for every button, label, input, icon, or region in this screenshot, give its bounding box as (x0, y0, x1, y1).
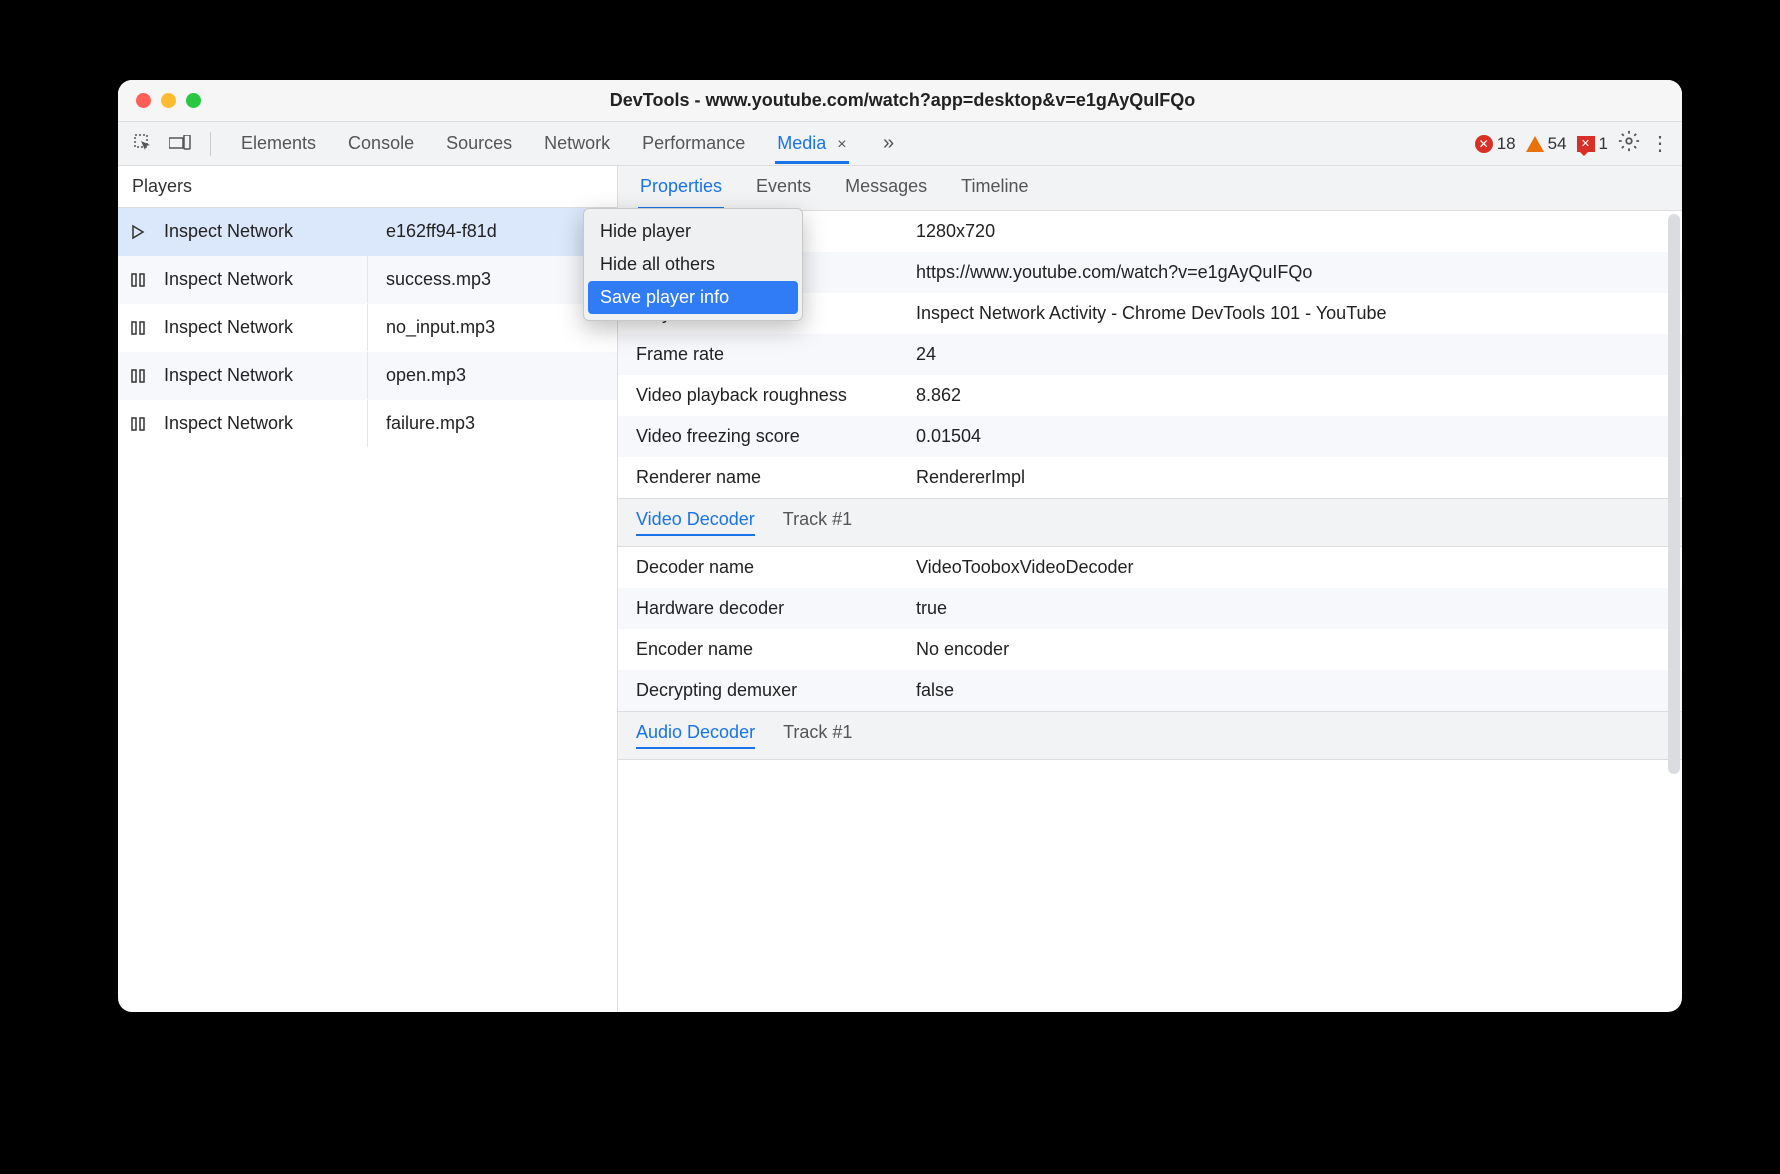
player-name: Inspect Network (158, 256, 368, 303)
property-value: Inspect Network Activity - Chrome DevToo… (916, 303, 1664, 324)
audio-decoder-section: Audio Decoder Track #1 (618, 711, 1682, 760)
pause-icon (118, 416, 158, 432)
more-tabs-icon[interactable]: » (877, 132, 901, 156)
player-file: e162ff94-f81d (368, 221, 617, 242)
close-tab-icon[interactable]: × (837, 136, 846, 153)
message-icon: ✕ (1577, 136, 1595, 152)
player-file: no_input.mp3 (368, 317, 617, 338)
player-name: Inspect Network (158, 352, 368, 399)
message-count[interactable]: ✕ 1 (1577, 134, 1608, 154)
property-value: No encoder (916, 639, 1664, 660)
subtab-properties[interactable]: Properties (638, 166, 724, 210)
property-key: Decrypting demuxer (636, 680, 916, 701)
main-toolbar: Elements Console Sources Network Perform… (118, 122, 1682, 166)
property-row: Decrypting demuxerfalse (618, 670, 1682, 711)
tab-media-label: Media (777, 133, 826, 153)
property-row: Frame rate24 (618, 334, 1682, 375)
players-panel: Players Inspect Networke162ff94-f81dInsp… (118, 166, 618, 1012)
error-count[interactable]: ✕ 18 (1475, 134, 1516, 154)
device-toolbar-icon[interactable] (168, 132, 192, 156)
property-row: Encoder nameNo encoder (618, 629, 1682, 670)
player-row[interactable]: Inspect Networkno_input.mp3 (118, 304, 617, 352)
property-value: RendererImpl (916, 467, 1664, 488)
titlebar: DevTools - www.youtube.com/watch?app=des… (118, 80, 1682, 122)
settings-icon[interactable] (1618, 130, 1640, 158)
subtab-messages[interactable]: Messages (843, 166, 929, 210)
context-menu-item[interactable]: Hide all others (588, 248, 798, 281)
player-name: Inspect Network (158, 400, 368, 447)
tab-sources[interactable]: Sources (444, 123, 514, 164)
property-key: Encoder name (636, 639, 916, 660)
tab-elements[interactable]: Elements (239, 123, 318, 164)
context-menu-item[interactable]: Hide player (588, 215, 798, 248)
audio-decoder-link[interactable]: Audio Decoder (636, 722, 755, 749)
window-title: DevTools - www.youtube.com/watch?app=des… (141, 90, 1664, 111)
scrollbar[interactable] (1668, 214, 1680, 774)
property-value: 0.01504 (916, 426, 1664, 447)
devtools-window: DevTools - www.youtube.com/watch?app=des… (118, 80, 1682, 1012)
warning-count[interactable]: 54 (1526, 134, 1567, 154)
player-file: open.mp3 (368, 365, 617, 386)
property-value: VideoTooboxVideoDecoder (916, 557, 1664, 578)
player-name: Inspect Network (158, 208, 368, 255)
video-decoder-link[interactable]: Video Decoder (636, 509, 755, 536)
error-icon: ✕ (1475, 135, 1493, 153)
tab-media[interactable]: Media × (775, 123, 848, 164)
player-row[interactable]: Inspect Networkfailure.mp3 (118, 400, 617, 448)
property-row: Video playback roughness8.862 (618, 375, 1682, 416)
more-options-icon[interactable]: ⋮ (1650, 131, 1668, 156)
subtab-timeline[interactable]: Timeline (959, 166, 1030, 210)
players-header: Players (118, 166, 617, 208)
inspect-element-icon[interactable] (132, 132, 156, 156)
pause-icon (118, 272, 158, 288)
property-key: Hardware decoder (636, 598, 916, 619)
video-decoder-section: Video Decoder Track #1 (618, 498, 1682, 547)
player-row[interactable]: Inspect Networkopen.mp3 (118, 352, 617, 400)
property-key: Renderer name (636, 467, 916, 488)
player-name: Inspect Network (158, 304, 368, 351)
audio-decoder-track: Track #1 (783, 722, 852, 749)
player-file: success.mp3 (368, 269, 617, 290)
property-key: Frame rate (636, 344, 916, 365)
property-value: false (916, 680, 1664, 701)
context-menu: Hide playerHide all othersSave player in… (583, 208, 803, 321)
tab-network[interactable]: Network (542, 123, 612, 164)
property-row: Hardware decodertrue (618, 588, 1682, 629)
pause-icon (118, 320, 158, 336)
property-value: true (916, 598, 1664, 619)
pause-icon (118, 368, 158, 384)
warning-icon (1526, 136, 1544, 152)
property-row: Video freezing score0.01504 (618, 416, 1682, 457)
context-menu-item[interactable]: Save player info (588, 281, 798, 314)
property-value: 1280x720 (916, 221, 1664, 242)
property-row: Decoder nameVideoTooboxVideoDecoder (618, 547, 1682, 588)
player-file: failure.mp3 (368, 413, 617, 434)
property-key: Video freezing score (636, 426, 916, 447)
property-key: Video playback roughness (636, 385, 916, 406)
property-key: Decoder name (636, 557, 916, 578)
tab-performance[interactable]: Performance (640, 123, 747, 164)
property-value: 8.862 (916, 385, 1664, 406)
play-icon (118, 224, 158, 240)
subtab-events[interactable]: Events (754, 166, 813, 210)
property-value: https://www.youtube.com/watch?v=e1gAyQuI… (916, 262, 1664, 283)
property-row: Renderer nameRendererImpl (618, 457, 1682, 498)
detail-subtabs: Properties Events Messages Timeline (618, 166, 1682, 211)
panel-tabs: Elements Console Sources Network Perform… (223, 123, 901, 164)
tab-console[interactable]: Console (346, 123, 416, 164)
video-decoder-track: Track #1 (783, 509, 852, 536)
property-value: 24 (916, 344, 1664, 365)
player-row[interactable]: Inspect Networke162ff94-f81d (118, 208, 617, 256)
player-row[interactable]: Inspect Networksuccess.mp3 (118, 256, 617, 304)
